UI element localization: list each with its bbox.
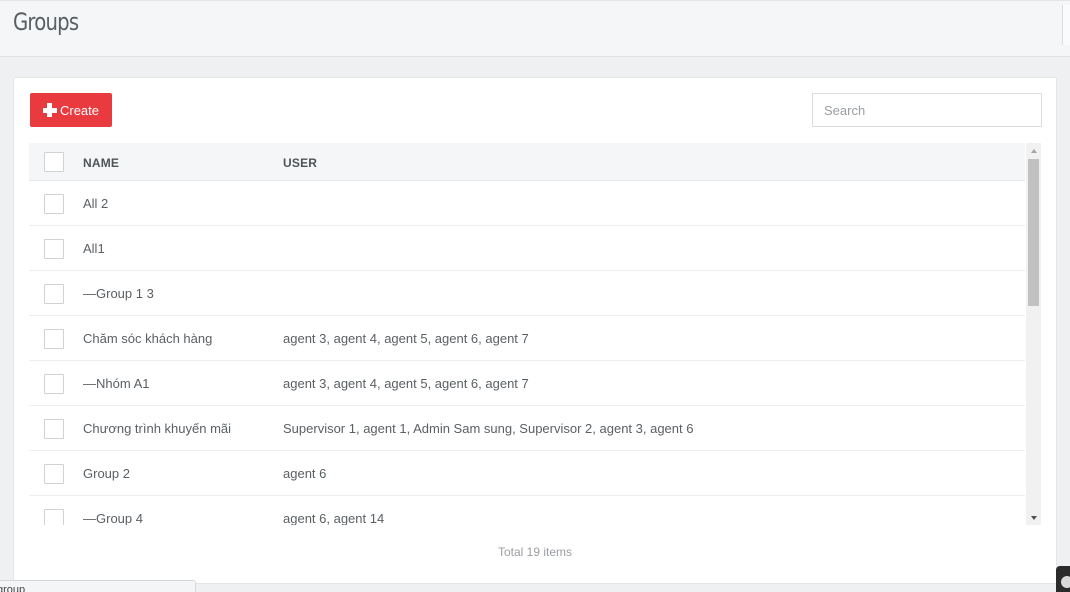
group-name-cell: Chương trình khuyến mãi [83, 421, 232, 436]
row-checkbox[interactable] [44, 464, 64, 484]
row-checkbox[interactable] [44, 509, 64, 525]
group-users-cell: agent 3, agent 4, agent 5, agent 6, agen… [283, 376, 529, 391]
group-users-cell: Supervisor 1, agent 1, Admin Sam sung, S… [283, 421, 694, 436]
table-row[interactable]: All1 [29, 226, 1025, 271]
page-title: Groups [13, 8, 79, 36]
group-users-cell: agent 6 [283, 466, 327, 481]
select-all-checkbox[interactable] [44, 152, 64, 172]
group-name-cell: All1 [83, 241, 105, 256]
column-header-user[interactable]: USER [283, 156, 317, 170]
groups-table: NAME USER All 2 All1 —Group 1 3 Chăm sóc… [29, 143, 1041, 525]
scroll-up-arrow-icon[interactable] [1026, 143, 1041, 158]
plus-icon [42, 103, 57, 117]
page-header: Groups [0, 0, 1070, 57]
table-row[interactable]: All 2 [29, 181, 1025, 226]
table-row[interactable]: —Group 4 agent 6, agent 14 [29, 496, 1025, 525]
chat-widget-button[interactable] [1056, 566, 1070, 592]
row-checkbox[interactable] [44, 239, 64, 259]
table-row[interactable]: Group 2 agent 6 [29, 451, 1025, 496]
row-checkbox[interactable] [44, 284, 64, 304]
scroll-down-arrow-icon[interactable] [1026, 510, 1041, 525]
group-name-cell: —Group 1 3 [83, 286, 154, 301]
table-header: NAME USER [29, 143, 1025, 181]
total-items-count: Total 19 items [497, 545, 573, 559]
group-name-cell: —Group 4 [83, 511, 143, 525]
group-name-cell: Chăm sóc khách hàng [83, 331, 213, 346]
table-row[interactable]: —Group 1 3 [29, 271, 1025, 316]
row-checkbox[interactable] [44, 419, 64, 439]
table-row[interactable]: Chăm sóc khách hàng agent 3, agent 4, ag… [29, 316, 1025, 361]
chat-widget-icon [1061, 576, 1070, 588]
table-scrollbar[interactable] [1026, 143, 1041, 525]
groups-card: Create NAME USER All 2 All1 —Group 1 3 [13, 77, 1057, 584]
table-row[interactable]: —Nhóm A1 agent 3, agent 4, agent 5, agen… [29, 361, 1025, 406]
column-header-name[interactable]: NAME [83, 156, 119, 170]
group-name-cell: Group 2 [83, 466, 130, 481]
row-checkbox[interactable] [44, 374, 64, 394]
search-input[interactable] [812, 93, 1042, 127]
create-button-label: Create [59, 102, 100, 118]
row-checkbox[interactable] [44, 194, 64, 214]
header-edge-panel [1062, 5, 1070, 45]
table-body: All 2 All1 —Group 1 3 Chăm sóc khách hàn… [29, 181, 1025, 525]
row-checkbox[interactable] [44, 329, 64, 349]
table-row[interactable]: Chương trình khuyến mãi Supervisor 1, ag… [29, 406, 1025, 451]
group-users-cell: agent 3, agent 4, agent 5, agent 6, agen… [283, 331, 529, 346]
status-bar-tooltip: group [0, 580, 196, 592]
group-name-cell: —Nhóm A1 [83, 376, 150, 391]
group-name-cell: All 2 [83, 196, 109, 211]
scrollbar-thumb[interactable] [1028, 159, 1039, 306]
create-button[interactable]: Create [30, 93, 112, 127]
group-users-cell: agent 6, agent 14 [283, 511, 385, 525]
